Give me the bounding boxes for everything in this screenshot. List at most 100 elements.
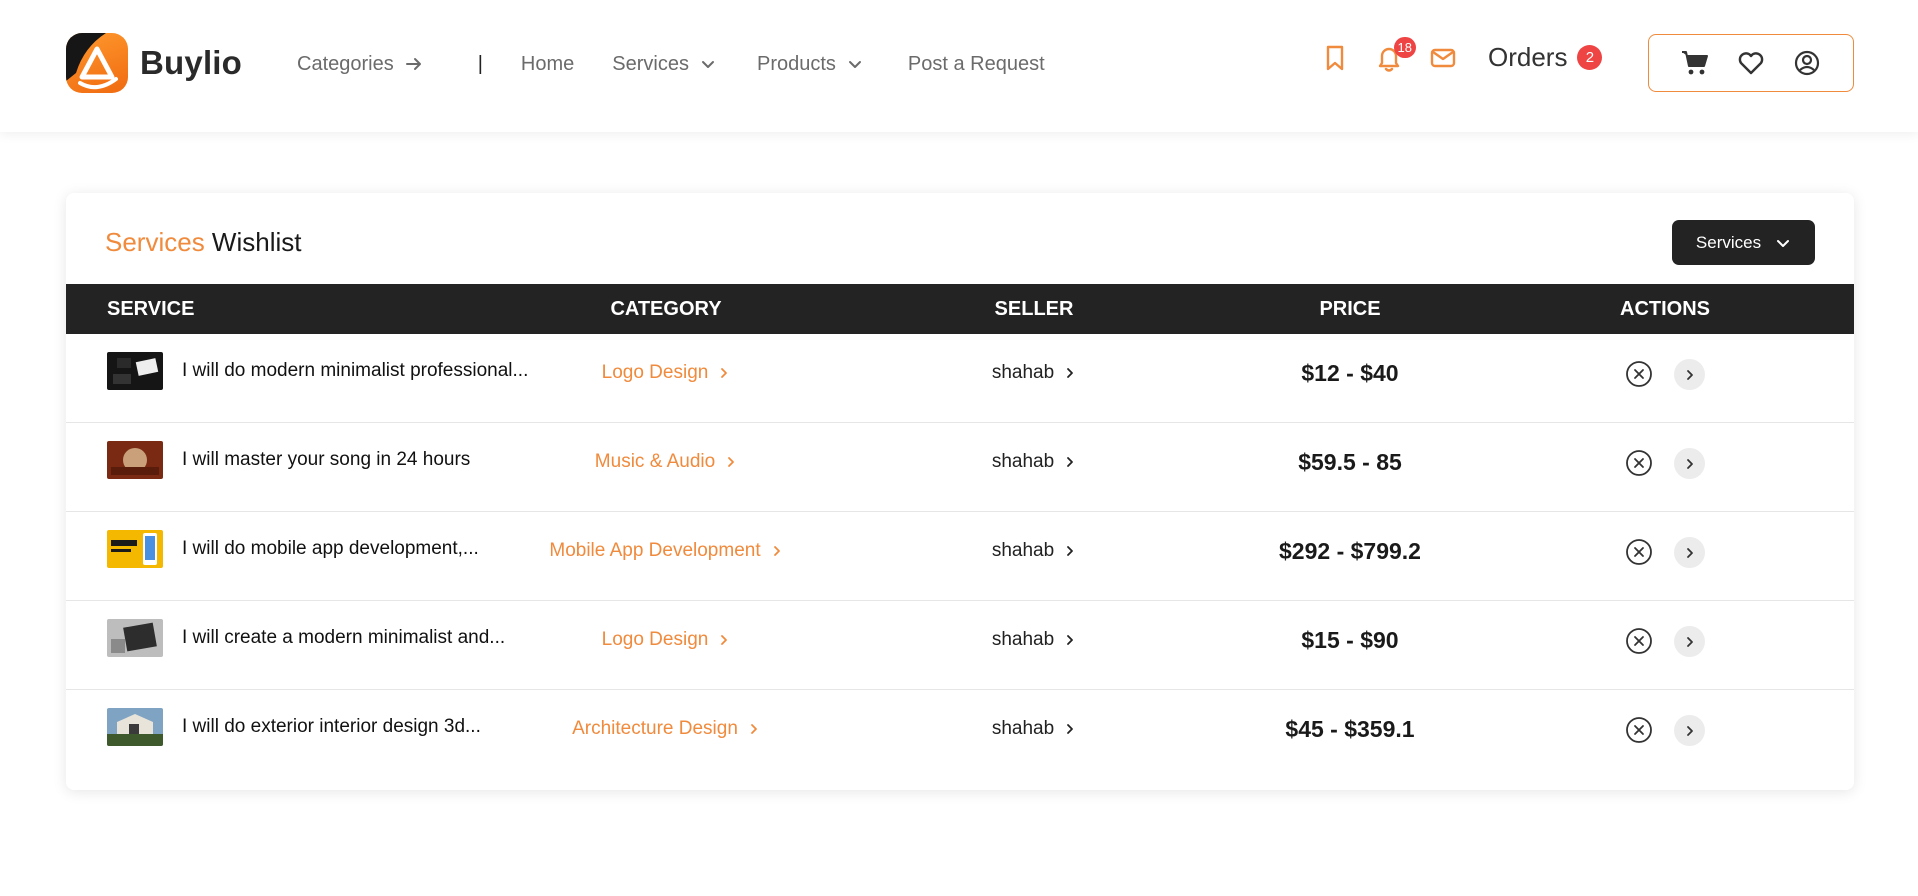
nav-services-dropdown[interactable]: Services (612, 53, 717, 76)
chevron-right-icon (1067, 635, 1074, 645)
column-header-category: CATEGORY (610, 298, 722, 320)
bookmark-button[interactable] (1320, 43, 1350, 73)
chevron-right-icon (721, 635, 728, 645)
bookmark-icon (1326, 45, 1344, 70)
category-label: Architecture Design (572, 718, 738, 739)
cart-button[interactable] (1678, 46, 1712, 80)
view-service-button[interactable] (1674, 448, 1705, 479)
category-label: Logo Design (601, 629, 709, 650)
price-range: $15 - $90 (1301, 627, 1399, 653)
service-title[interactable]: I will do modern minimalist professional… (182, 360, 528, 382)
seller-name: shahab (991, 718, 1055, 739)
chevron-right-icon (1686, 458, 1693, 469)
table-row: I will do mobile app development,... Mob… (66, 512, 1854, 601)
price-range: $12 - $40 (1301, 360, 1399, 386)
table-row: I will create a modern minimalist and...… (66, 601, 1854, 690)
cart-icon (1682, 51, 1708, 75)
chevron-right-icon (773, 546, 780, 556)
messages-button[interactable] (1428, 43, 1458, 73)
service-title[interactable]: I will do exterior interior design 3d... (182, 716, 481, 738)
service-thumbnail[interactable] (107, 530, 163, 568)
service-thumbnail[interactable] (107, 441, 163, 479)
category-link[interactable]: Mobile App Development (546, 540, 786, 562)
remove-from-wishlist-icon[interactable] (1625, 538, 1653, 566)
title-rest: Wishlist (204, 227, 302, 257)
service-title[interactable]: I will do mobile app development,... (182, 538, 479, 560)
seller-name: shahab (991, 540, 1055, 561)
category-label: Music & Audio (594, 451, 716, 472)
remove-from-wishlist-icon[interactable] (1625, 627, 1653, 655)
category-link[interactable]: Logo Design (546, 629, 786, 651)
remove-from-wishlist-icon[interactable] (1625, 360, 1653, 388)
chevron-right-icon (1067, 724, 1074, 734)
price-range: $45 - $359.1 (1285, 716, 1415, 742)
category-link[interactable]: Music & Audio (546, 451, 786, 473)
remove-from-wishlist-icon[interactable] (1625, 716, 1653, 744)
nav-post-request-label: Post a Request (907, 52, 1045, 75)
top-header: Buylio Categories | Home Services Produc… (0, 0, 1918, 132)
column-header-service: SERVICE (107, 298, 195, 320)
header-actions: 18 Orders 2 (1320, 36, 1603, 73)
nav-services-label: Services (612, 52, 689, 75)
category-label: Logo Design (601, 362, 709, 383)
view-service-button[interactable] (1674, 537, 1705, 568)
chevron-right-icon (1686, 369, 1693, 380)
seller-link[interactable]: shahab (934, 540, 1134, 562)
seller-name: shahab (991, 362, 1055, 383)
mail-icon (1430, 48, 1456, 67)
notifications-count-badge: 18 (1393, 36, 1416, 58)
nav-separator: | (477, 52, 483, 75)
seller-link[interactable]: shahab (934, 451, 1134, 473)
nav-post-request[interactable]: Post a Request (908, 53, 1045, 76)
service-thumbnail[interactable] (107, 352, 163, 390)
nav-home[interactable]: Home (521, 53, 574, 76)
chevron-right-icon (1686, 636, 1693, 647)
view-service-button[interactable] (1674, 359, 1705, 390)
chevron-right-icon (1067, 457, 1074, 467)
seller-link[interactable]: shahab (934, 629, 1134, 651)
nav-products-dropdown[interactable]: Products (757, 53, 864, 76)
orders-count-badge: 2 (1577, 45, 1603, 70)
wishlist-type-dropdown[interactable]: Services (1672, 220, 1815, 265)
column-header-seller: SELLER (994, 298, 1074, 320)
nav-home-label: Home (520, 52, 575, 75)
seller-link[interactable]: shahab (934, 718, 1134, 740)
service-thumbnail[interactable] (107, 708, 163, 746)
table-row: I will do exterior interior design 3d...… (66, 690, 1854, 779)
wishlist-card: Services Wishlist Services SERVICE CATEG… (66, 193, 1854, 790)
chevron-right-icon (750, 724, 757, 734)
wishlist-type-label: Services (1695, 232, 1762, 252)
quick-actions-box (1648, 34, 1854, 92)
table-row: I will do modern minimalist professional… (66, 334, 1854, 423)
price-range: $59.5 - 85 (1298, 449, 1402, 475)
service-title[interactable]: I will create a modern minimalist and... (182, 627, 505, 649)
chevron-right-icon (728, 457, 735, 467)
page-title: Services Wishlist (105, 227, 301, 258)
view-service-button[interactable] (1674, 715, 1705, 746)
seller-link[interactable]: shahab (934, 362, 1134, 384)
table-header: SERVICE CATEGORY SELLER PRICE ACTIONS (66, 284, 1854, 334)
heart-icon (1738, 52, 1764, 75)
main-nav: Categories | Home Services Products Post… (297, 48, 1045, 80)
brand-name: Buylio (140, 44, 243, 81)
service-title[interactable]: I will master your song in 24 hours (182, 449, 470, 471)
chevron-right-icon (1686, 547, 1693, 558)
notifications-button[interactable]: 18 (1374, 36, 1416, 73)
nav-categories[interactable]: Categories (297, 53, 424, 76)
orders-link[interactable]: Orders 2 (1488, 42, 1603, 73)
nav-products-label: Products (756, 52, 836, 75)
remove-from-wishlist-icon[interactable] (1625, 449, 1653, 477)
category-link[interactable]: Architecture Design (546, 718, 786, 740)
nav-categories-label: Categories (297, 52, 394, 75)
wishlist-button[interactable] (1734, 46, 1768, 80)
chevron-right-icon (1067, 368, 1074, 378)
service-thumbnail[interactable] (107, 619, 163, 657)
category-link[interactable]: Logo Design (546, 362, 786, 384)
chevron-down-icon (701, 61, 714, 68)
buylio-logo-icon (66, 33, 128, 93)
account-button[interactable] (1790, 46, 1824, 80)
brand-logo[interactable]: Buylio (66, 33, 242, 93)
user-icon (1794, 50, 1820, 76)
chevron-right-icon (1067, 546, 1074, 556)
view-service-button[interactable] (1674, 626, 1705, 657)
